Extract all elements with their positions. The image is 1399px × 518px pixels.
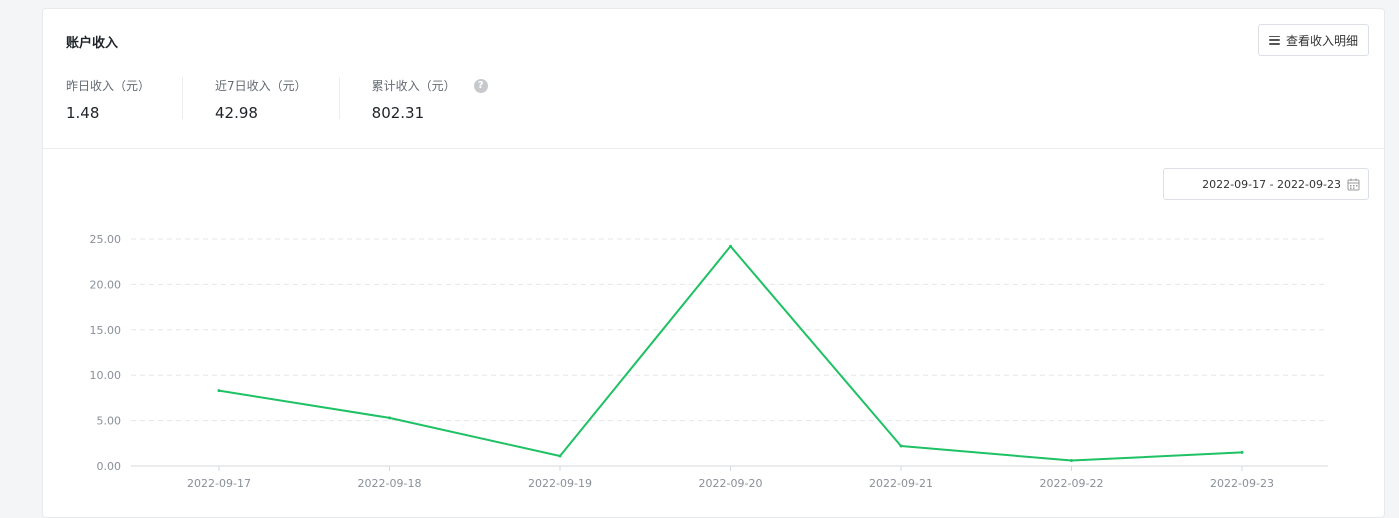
data-point[interactable] bbox=[217, 389, 221, 393]
x-tick-label: 2022-09-18 bbox=[358, 477, 422, 490]
y-tick-label: 20.00 bbox=[90, 278, 122, 291]
series-line bbox=[218, 245, 1243, 462]
x-tick-label: 2022-09-17 bbox=[187, 477, 251, 490]
y-tick-label: 10.00 bbox=[90, 369, 122, 382]
data-point[interactable] bbox=[1240, 450, 1244, 454]
x-tick-label: 2022-09-21 bbox=[869, 477, 933, 490]
x-tick-label: 2022-09-22 bbox=[1040, 477, 1104, 490]
data-point[interactable] bbox=[388, 416, 391, 420]
data-point[interactable] bbox=[729, 244, 732, 248]
x-tick-label: 2022-09-23 bbox=[1210, 477, 1274, 490]
data-point[interactable] bbox=[899, 444, 903, 448]
data-point[interactable] bbox=[558, 454, 562, 458]
y-tick-label: 0.00 bbox=[97, 460, 122, 473]
y-tick-label: 25.00 bbox=[90, 233, 122, 246]
y-tick-label: 15.00 bbox=[90, 324, 122, 337]
account-income-card: 账户收入 查看收入明细 昨日收入（元） 1.48 近7日收入（元） 42.98 … bbox=[42, 8, 1385, 518]
x-tick-label: 2022-09-20 bbox=[699, 477, 763, 490]
y-tick-label: 5.00 bbox=[97, 415, 122, 428]
data-point[interactable] bbox=[1070, 459, 1073, 463]
x-tick-label: 2022-09-19 bbox=[528, 477, 592, 490]
income-line-chart: 0.00 5.00 10.00 15.00 20.00 25.00 2022-09-17 20… bbox=[90, 233, 1328, 490]
